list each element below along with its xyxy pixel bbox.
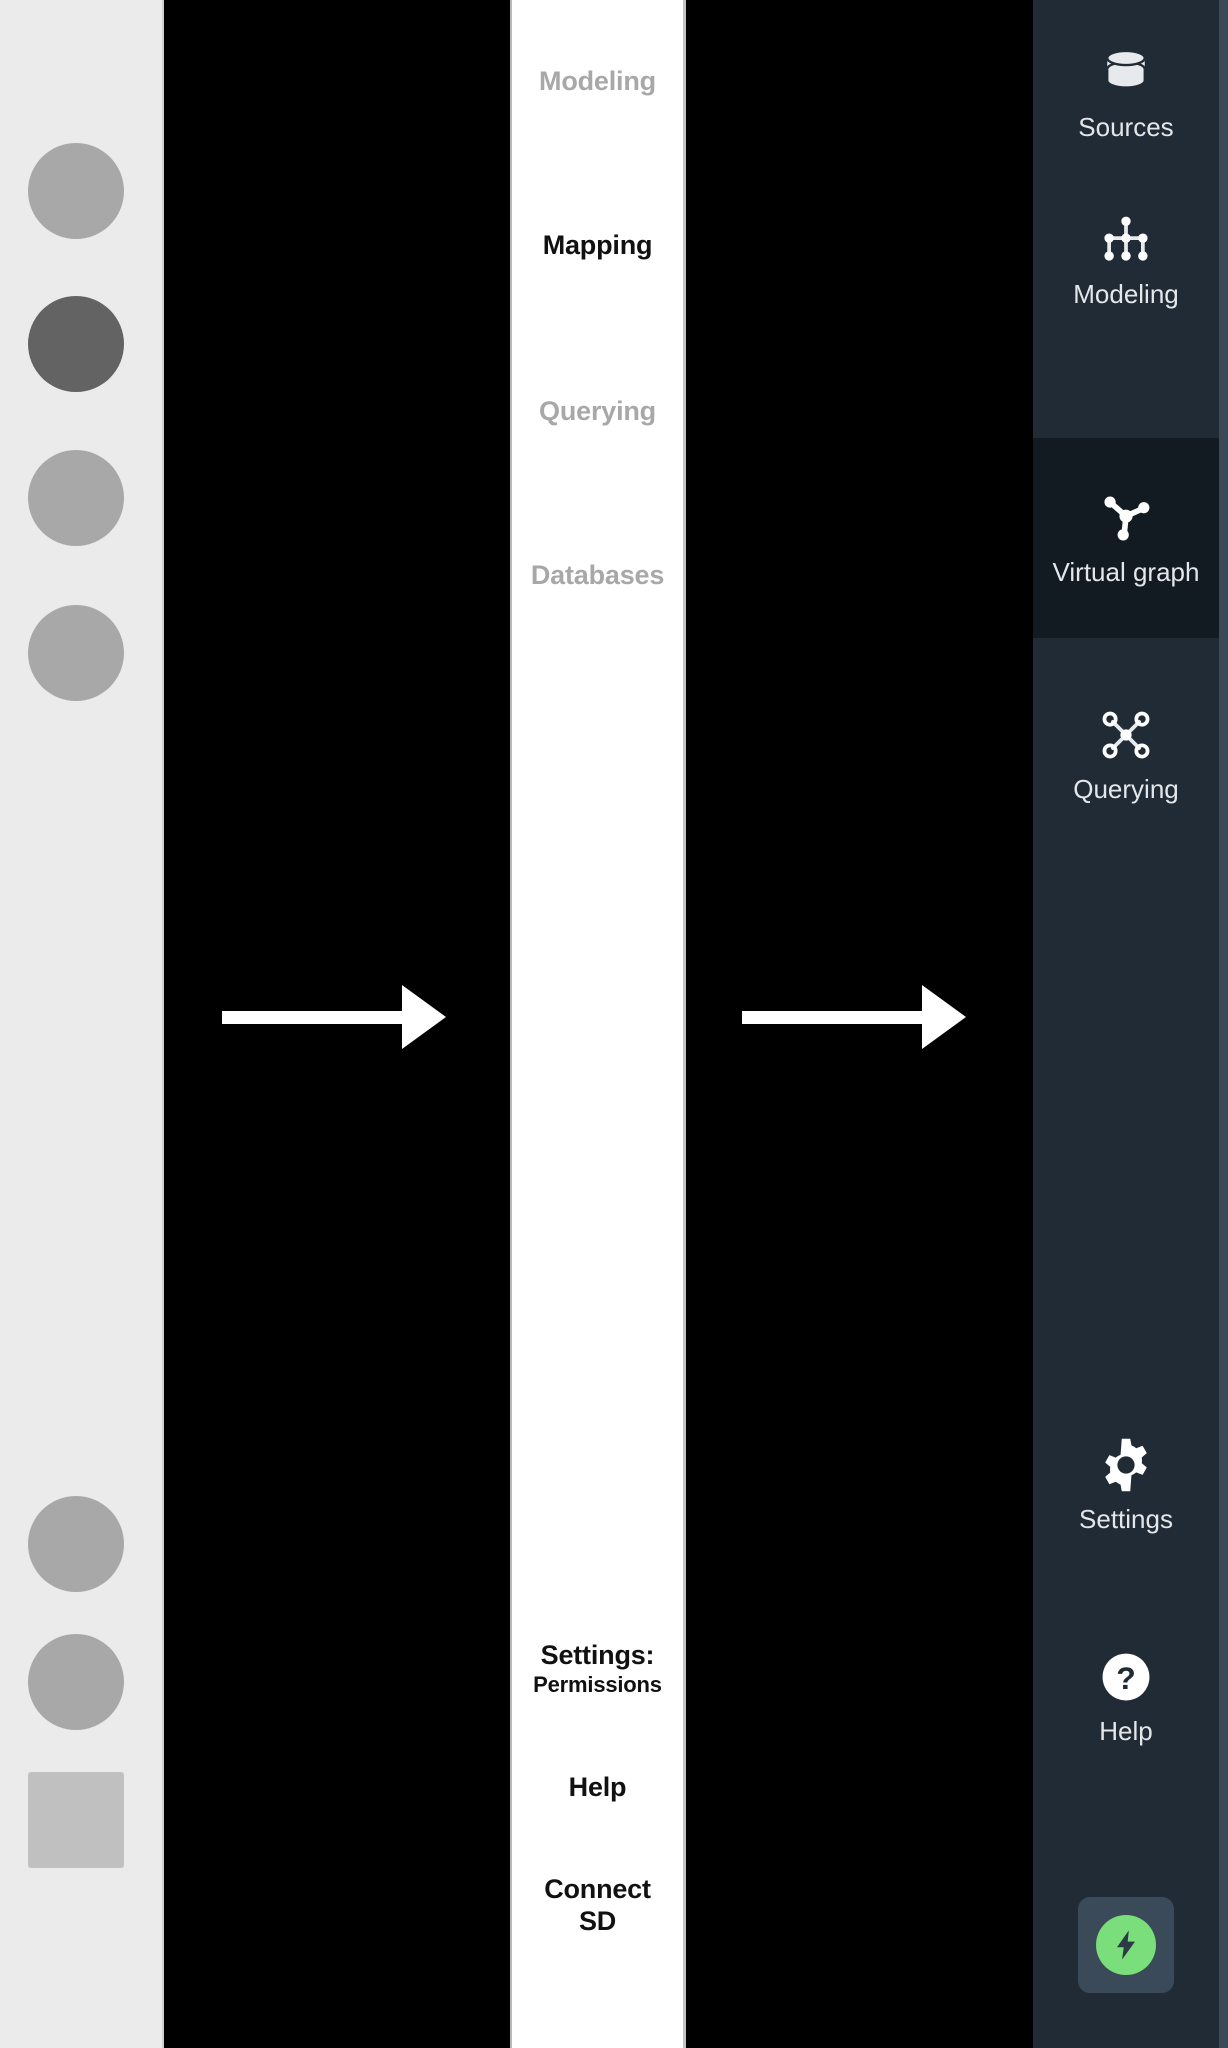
quick-action-tile[interactable]	[1078, 1897, 1174, 1993]
menu-item-label: Connect	[544, 1874, 651, 1904]
sidebar-item-label: Modeling	[1073, 279, 1179, 310]
virtual-graph-icon	[1096, 488, 1156, 548]
arrow-right-first	[222, 985, 446, 1049]
arrow-shaft	[222, 1011, 402, 1024]
app-sidebar: Sources Modeling Virtual graph Querying …	[1033, 0, 1228, 2048]
menu-item-help[interactable]: Help	[512, 1772, 683, 1803]
database-icon	[1096, 43, 1156, 103]
menu-item-modeling[interactable]: Modeling	[512, 66, 683, 97]
menu-item-settings-permissions[interactable]: Settings: Permissions	[512, 1640, 683, 1697]
wireframe-shape-circle	[28, 605, 124, 701]
wireframe-preview-strip	[0, 0, 164, 2048]
sidebar-item-label: Help	[1099, 1716, 1153, 1747]
sidebar-item-sources[interactable]: Sources	[1033, 18, 1219, 168]
sidebar-item-help[interactable]: ? Help	[1033, 1622, 1219, 1772]
help-circle-icon: ?	[1096, 1647, 1156, 1707]
sidebar-edge-strip	[1219, 0, 1228, 2048]
menu-item-sublabel: SD	[578, 1906, 617, 1937]
menu-item-label: Databases	[530, 560, 665, 590]
menu-item-sublabel: Permissions	[533, 1672, 662, 1698]
svg-text:?: ?	[1116, 1661, 1135, 1697]
menu-item-label: Settings:	[540, 1640, 655, 1670]
wireframe-shape-square	[28, 1772, 124, 1868]
wireframe-shape-circle	[28, 143, 124, 239]
menu-item-mapping[interactable]: Mapping	[512, 230, 683, 261]
sidebar-item-label: Sources	[1078, 112, 1174, 143]
hierarchy-icon	[1096, 210, 1156, 270]
sidebar-item-virtual-graph[interactable]: Virtual graph	[1033, 438, 1219, 638]
menu-item-label: Modeling	[539, 66, 656, 96]
menu-panel: Modeling Mapping Querying Databases Sett…	[510, 0, 686, 2048]
menu-item-connect-sd[interactable]: Connect SD	[512, 1874, 683, 1937]
sidebar-item-label: Querying	[1073, 774, 1179, 805]
sidebar-item-settings[interactable]: Settings	[1033, 1410, 1219, 1560]
screenshot-root: Modeling Mapping Querying Databases Sett…	[0, 0, 1228, 2048]
lightning-bolt-icon	[1096, 1915, 1156, 1975]
arrow-head	[922, 985, 966, 1049]
sidebar-item-modeling[interactable]: Modeling	[1033, 185, 1219, 335]
menu-item-querying[interactable]: Querying	[512, 396, 683, 427]
arrow-head	[402, 985, 446, 1049]
menu-item-label: Mapping	[542, 230, 653, 260]
sidebar-item-querying[interactable]: Querying	[1033, 680, 1219, 830]
node-network-icon	[1096, 705, 1156, 765]
gear-icon	[1096, 1435, 1156, 1495]
wireframe-shape-circle	[28, 450, 124, 546]
arrow-right-second	[742, 985, 966, 1049]
menu-item-label: Help	[568, 1772, 627, 1802]
sidebar-item-label: Virtual graph	[1052, 557, 1200, 588]
arrow-shaft	[742, 1011, 922, 1024]
menu-item-label: Querying	[539, 396, 656, 426]
wireframe-shape-circle-selected	[28, 296, 124, 392]
menu-item-databases[interactable]: Databases	[512, 560, 683, 591]
wireframe-shape-circle	[28, 1634, 124, 1730]
quick-action-button[interactable]	[1033, 1890, 1219, 2000]
sidebar-item-label: Settings	[1079, 1504, 1173, 1535]
wireframe-shape-circle	[28, 1496, 124, 1592]
